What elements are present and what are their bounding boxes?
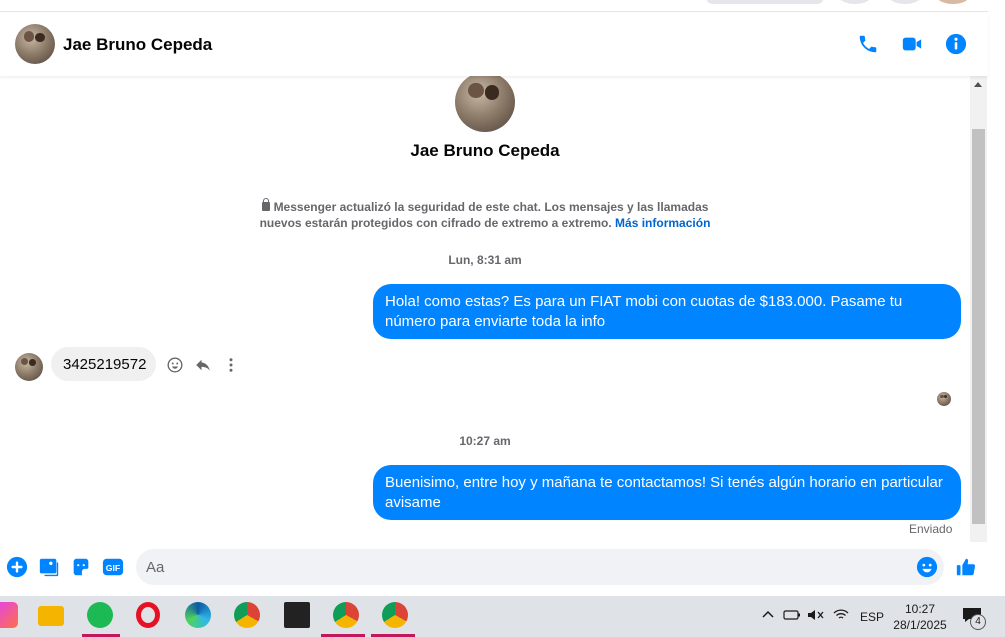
edge-icon[interactable]	[185, 602, 211, 628]
emoji-icon[interactable]	[916, 556, 938, 578]
message-input-box[interactable]	[136, 549, 944, 585]
gif-icon[interactable]: GIF	[102, 556, 124, 578]
message-status: Enviado	[909, 522, 953, 536]
copilot-app-icon[interactable]	[0, 602, 18, 628]
sticker-icon[interactable]	[70, 556, 92, 578]
gif-label: GIF	[106, 563, 120, 573]
message-composer: GIF	[0, 542, 988, 596]
timestamp: 10:27 am	[459, 434, 511, 448]
chrome-profile-icon[interactable]	[333, 602, 359, 628]
battery-icon[interactable]	[783, 609, 801, 624]
sticky-notes-icon[interactable]	[284, 602, 310, 628]
video-icon[interactable]	[901, 33, 923, 55]
lock-icon	[261, 198, 270, 211]
scroll-up-arrow-icon[interactable]	[974, 82, 982, 87]
info-icon[interactable]	[945, 33, 967, 55]
profile-avatar[interactable]	[455, 76, 515, 132]
scrollbar-thumb[interactable]	[972, 129, 985, 524]
language-indicator[interactable]: ESP	[860, 610, 884, 624]
opera-icon[interactable]	[136, 602, 160, 628]
file-explorer-icon[interactable]	[38, 606, 64, 626]
chat-thread[interactable]: Jae Bruno Cepeda Messenger actualizó la …	[0, 76, 970, 542]
chrome-icon[interactable]	[234, 602, 260, 628]
more-options-icon[interactable]	[220, 354, 242, 376]
contact-name[interactable]: Jae Bruno Cepeda	[63, 35, 212, 55]
top-search-pill[interactable]	[706, 0, 824, 4]
profile-name: Jae Bruno Cepeda	[410, 141, 560, 160]
sender-avatar[interactable]	[15, 353, 43, 381]
outgoing-message[interactable]: Hola! como estas? Es para un FIAT mobi c…	[373, 284, 961, 339]
contact-avatar[interactable]	[15, 24, 55, 64]
incoming-message[interactable]: 3425219572	[51, 347, 156, 381]
clock-date: 28/1/2025	[893, 618, 947, 632]
phone-icon[interactable]	[857, 33, 879, 55]
chat-header: Jae Bruno Cepeda	[0, 13, 988, 76]
volume-muted-icon[interactable]	[807, 608, 825, 625]
clock-time: 10:27	[904, 602, 936, 616]
read-receipt-avatar	[937, 392, 951, 406]
like-icon[interactable]	[955, 556, 977, 578]
top-notifications-button[interactable]	[888, 0, 922, 4]
chrome-profile-2-icon[interactable]	[382, 602, 408, 628]
react-smiley-icon[interactable]	[164, 354, 186, 376]
message-input[interactable]	[146, 557, 906, 577]
timestamp: Lun, 8:31 am	[448, 253, 522, 267]
more-info-link[interactable]: Más información	[615, 216, 710, 230]
scrollbar[interactable]	[970, 76, 987, 596]
messenger-window: Jae Bruno Cepeda Jae Bruno Cepeda Messen…	[0, 0, 1005, 637]
outgoing-message[interactable]: Buenisimo, entre hoy y mañana te contact…	[373, 465, 961, 520]
reply-icon[interactable]	[192, 354, 214, 376]
top-menu-button[interactable]	[838, 0, 872, 4]
chevron-up-icon[interactable]	[762, 608, 774, 622]
spotify-icon[interactable]	[87, 602, 113, 628]
gallery-icon[interactable]	[38, 556, 60, 578]
plus-icon[interactable]	[6, 556, 28, 578]
window-edge	[988, 0, 1005, 596]
security-notice: Messenger actualizó la seguridad de este…	[255, 198, 715, 231]
clock[interactable]: 10:27 28/1/2025	[892, 601, 948, 633]
taskbar: ESP 10:27 28/1/2025 4	[0, 596, 1005, 637]
wifi-icon[interactable]	[833, 607, 849, 624]
notification-count-badge: 4	[970, 614, 986, 630]
top-strip	[0, 0, 988, 12]
top-profile-avatar[interactable]	[936, 0, 970, 4]
